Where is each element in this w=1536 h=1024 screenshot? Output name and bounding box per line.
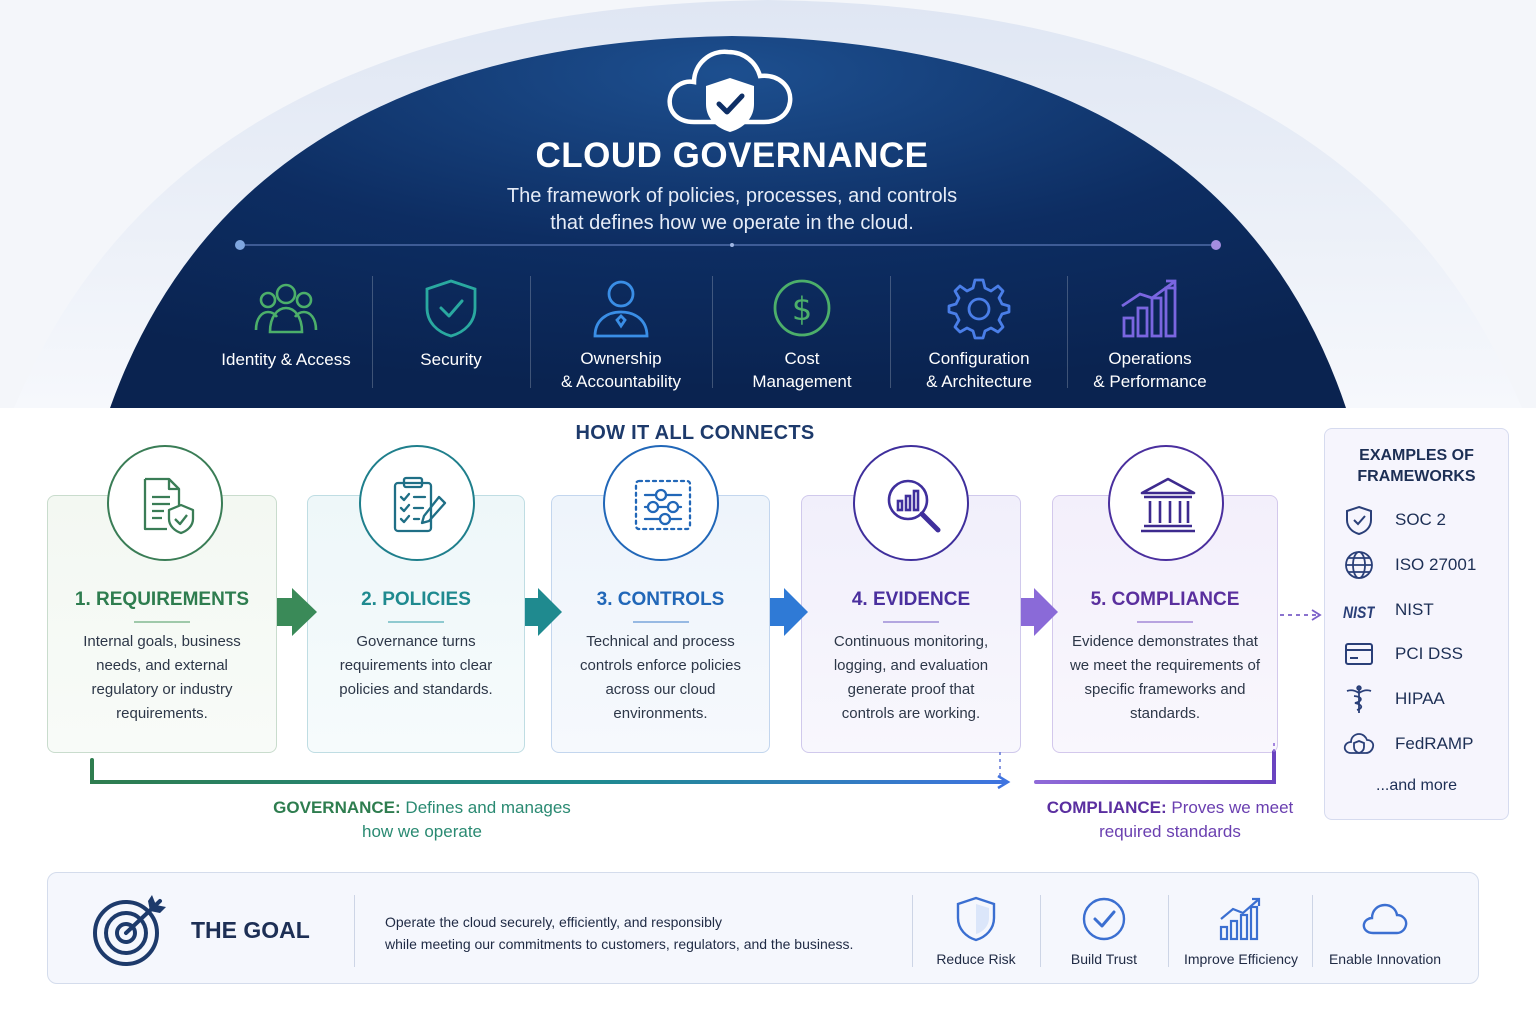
flow-connectors: [90, 588, 1322, 790]
divider: [530, 276, 531, 388]
divider: [372, 276, 373, 388]
benefit-improve-efficiency: Improve Efficiency: [1176, 891, 1306, 975]
nist-logo-icon: NIST: [1343, 603, 1375, 622]
institution-icon: [1140, 477, 1196, 533]
step-badge-controls: [603, 445, 719, 561]
globe-icon: [1345, 551, 1373, 579]
target-arrow-icon: [93, 895, 166, 966]
divider: [1067, 276, 1068, 388]
frameworks-panel: EXAMPLES OF FRAMEWORKS SOC 2 ISO 27001 N…: [1324, 428, 1509, 820]
shield-check-icon: [1346, 505, 1372, 535]
divider: [354, 895, 355, 967]
framework-hipaa: HIPAA: [1343, 684, 1503, 714]
arrow-icon: [770, 588, 808, 636]
divider: [890, 276, 891, 388]
divider: [912, 895, 913, 967]
framework-nist: NIST NIST: [1343, 595, 1503, 625]
check-circle-icon: [1082, 897, 1126, 941]
section-title: HOW IT ALL CONNECTS: [575, 422, 815, 444]
growth-chart-icon: [1219, 897, 1261, 941]
category-security: Security: [380, 272, 522, 392]
goal-bar: THE GOAL Operate the cloud securely, eff…: [47, 872, 1479, 984]
sliders-icon: [634, 479, 692, 531]
page-title: CLOUD GOVERNANCE: [535, 136, 929, 175]
benefit-enable-innovation: Enable Innovation: [1320, 891, 1450, 975]
credit-card-icon: [1345, 643, 1373, 665]
step-badge-requirements: [107, 445, 223, 561]
divider: [1040, 895, 1041, 967]
dollar-icon: $: [773, 279, 831, 337]
magnifier-chart-icon: [887, 479, 941, 533]
svg-text:$: $: [792, 290, 812, 328]
compliance-label: COMPLIANCE: Proves we meet required stan…: [1046, 798, 1294, 841]
gear-icon: [947, 278, 1011, 340]
framework-pci-dss: PCI DSS: [1343, 639, 1503, 669]
benefit-reduce-risk: Reduce Risk: [920, 891, 1032, 975]
arrow-icon: [277, 588, 317, 636]
user-owner-icon: [593, 280, 649, 338]
cloud-shield-icon: [1343, 733, 1375, 754]
divider: [1312, 895, 1313, 967]
category-identity-access: Identity & Access: [206, 272, 366, 392]
category-operations: Operations & Performance: [1072, 272, 1228, 392]
category-configuration: Configuration & Architecture: [898, 272, 1060, 392]
shield-icon: [956, 896, 996, 942]
goal-title: THE GOAL: [191, 917, 310, 943]
step-badge-evidence: [853, 445, 969, 561]
bar-chart-icon: [1121, 279, 1177, 338]
clipboard-checklist-icon: [393, 476, 447, 533]
framework-iso27001: ISO 27001: [1343, 550, 1503, 580]
cloud-shield-icon: [667, 49, 793, 132]
people-icon: [254, 283, 318, 334]
caduceus-icon: [1346, 685, 1372, 713]
document-shield-icon: [143, 477, 195, 535]
divider: [712, 276, 713, 388]
page-subtitle: The framework of policies, processes, an…: [506, 185, 958, 234]
svg-text:NIST: NIST: [1343, 603, 1375, 622]
step-badge-policies: [359, 445, 475, 561]
goal-description: Operate the cloud securely, efficiently,…: [385, 914, 854, 952]
arrow-icon: [1021, 588, 1058, 636]
shield-check-icon: [425, 279, 477, 338]
step-badge-compliance: [1108, 445, 1224, 561]
governance-label: GOVERNANCE: Defines and manages how we o…: [273, 798, 571, 841]
frameworks-title: EXAMPLES OF FRAMEWORKS: [1357, 447, 1476, 485]
category-cost-management: $ Cost Management: [722, 272, 882, 392]
cloud-icon: [1362, 903, 1408, 935]
category-ownership: Ownership & Accountability: [540, 272, 702, 392]
divider: [1168, 895, 1169, 967]
framework-soc2: SOC 2: [1343, 505, 1503, 535]
benefit-build-trust: Build Trust: [1048, 891, 1160, 975]
arrow-icon: [525, 588, 562, 636]
frameworks-more: ...and more: [1376, 777, 1457, 794]
framework-fedramp: FedRAMP: [1343, 729, 1503, 759]
